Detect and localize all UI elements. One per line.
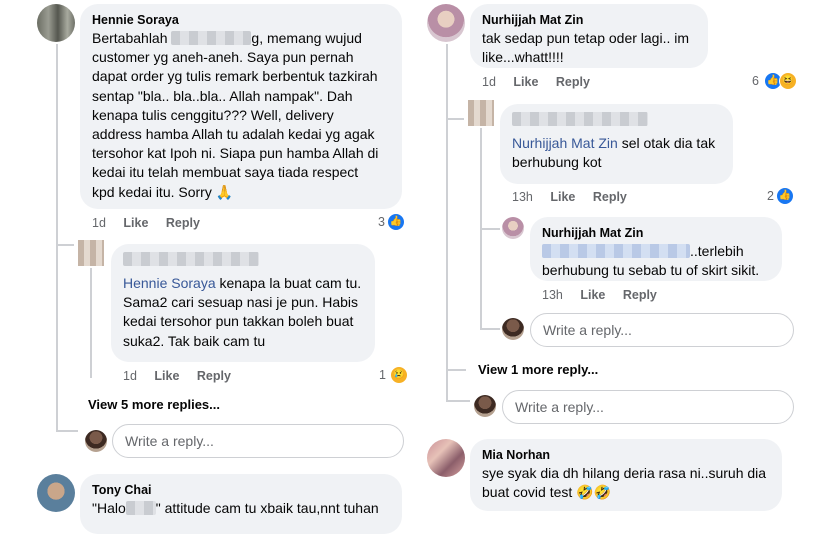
view-more-replies[interactable]: View 5 more replies... <box>88 397 220 412</box>
thread-branch <box>56 244 74 246</box>
reply-input[interactable]: Write a reply... <box>530 313 794 347</box>
like-reaction-icon: 👍 <box>386 213 405 231</box>
avatar-nurhijjah-small[interactable] <box>502 217 524 239</box>
redacted-author <box>512 112 648 126</box>
like-link[interactable]: Like <box>123 216 148 230</box>
mention-link[interactable]: Hennie Soraya <box>123 275 216 291</box>
reaction-count[interactable]: 3 👍 <box>378 213 405 231</box>
thread-line <box>90 268 92 378</box>
reaction-count[interactable]: 2 👍 <box>767 187 794 205</box>
reply-link[interactable]: Reply <box>166 216 200 230</box>
like-link[interactable]: Like <box>513 75 538 89</box>
avatar-mia-norhan[interactable] <box>427 439 465 477</box>
reply-bubble: Hennie Soraya kenapa la buat cam tu. Sam… <box>111 244 375 362</box>
reply-bubble: Nurhijjah Mat Zin sel otak dia tak berhub… <box>500 104 733 184</box>
comment-bubble-mia: Mia Norhan sye syak dia dh hilang deria … <box>470 439 782 511</box>
comment-bubble-tony: Tony Chai "Halo " attitude cam tu xbaik t… <box>80 474 402 534</box>
redacted-name <box>171 31 252 45</box>
comment-text: Bertabahlah g, memang wujud customer yg … <box>92 30 379 200</box>
reply-bubble-nurhijjah: Nurhijjah Mat Zin ..terlebih berhubung tu… <box>530 217 782 281</box>
thread-branch <box>446 369 466 371</box>
comment-text: "Halo " attitude cam tu xbaik tau,nnt tuh… <box>92 500 379 516</box>
reply-time[interactable]: 13h <box>542 288 563 302</box>
view-more-replies[interactable]: View 1 more reply... <box>478 362 598 377</box>
like-link[interactable]: Like <box>154 369 179 383</box>
comment-actions: 1d Like Reply <box>92 215 214 231</box>
like-link[interactable]: Like <box>550 190 575 204</box>
haha-reaction-icon: 😆 <box>778 72 797 90</box>
reaction-count[interactable]: 1 😢 <box>379 366 408 384</box>
avatar-current-user[interactable] <box>474 395 496 417</box>
avatar-nurhijjah[interactable] <box>427 4 465 42</box>
like-link[interactable]: Like <box>580 288 605 302</box>
reply-author[interactable]: Nurhijjah Mat Zin <box>542 225 770 242</box>
thread-branch <box>56 430 78 432</box>
avatar-current-user[interactable] <box>502 318 524 340</box>
redacted-author <box>123 252 259 266</box>
comment-time[interactable]: 1d <box>482 75 496 89</box>
comment-author[interactable]: Tony Chai <box>92 482 390 499</box>
reply-actions: 13h Like Reply <box>512 189 641 205</box>
comment-bubble-hennie: Hennie Soraya Bertabahlah g, memang wuju… <box>80 4 402 209</box>
reply-actions: 13h Like Reply <box>542 287 671 303</box>
thread-branch <box>480 328 500 330</box>
avatar-redacted[interactable] <box>78 240 104 266</box>
reply-input[interactable]: Write a reply... <box>502 390 794 424</box>
comment-actions: 1d Like Reply <box>482 74 604 90</box>
reply-text: ..terlebih berhubung tu sebab tu of skirt… <box>542 243 760 279</box>
thread-branch <box>480 228 500 230</box>
comment-time[interactable]: 1d <box>92 216 106 230</box>
thread-line <box>56 44 58 432</box>
reply-link[interactable]: Reply <box>593 190 627 204</box>
reply-text: Hennie Soraya kenapa la buat cam tu. Sam… <box>123 275 362 349</box>
redacted-name <box>125 501 156 515</box>
reply-actions: 1d Like Reply <box>123 368 245 384</box>
thread-line <box>446 44 448 400</box>
reply-text: Nurhijjah Mat Zin sel otak dia tak berhub… <box>512 135 716 171</box>
mention-link[interactable]: Nurhijjah Mat Zin <box>512 135 618 151</box>
comment-author[interactable]: Hennie Soraya <box>92 12 390 29</box>
reply-time[interactable]: 13h <box>512 190 533 204</box>
thread-branch <box>446 400 470 402</box>
redacted-mention <box>542 244 690 258</box>
reaction-count[interactable]: 6 👍 😆 <box>752 72 797 90</box>
avatar-redacted[interactable] <box>468 100 494 126</box>
avatar-tony-chai[interactable] <box>37 474 75 512</box>
comment-author[interactable]: Nurhijjah Mat Zin <box>482 12 696 29</box>
reply-link[interactable]: Reply <box>623 288 657 302</box>
reply-time[interactable]: 1d <box>123 369 137 383</box>
thread-branch <box>446 118 464 120</box>
comment-text: sye syak dia dh hilang deria rasa ni..su… <box>482 465 767 501</box>
reply-link[interactable]: Reply <box>556 75 590 89</box>
comment-author[interactable]: Mia Norhan <box>482 447 770 464</box>
comment-text: tak sedap pun tetap oder lagi.. im like.… <box>482 30 690 66</box>
avatar-current-user[interactable] <box>85 430 107 452</box>
sad-reaction-icon: 😢 <box>389 366 408 384</box>
comment-bubble-nurhijjah: Nurhijjah Mat Zin tak sedap pun tetap od… <box>470 4 708 68</box>
like-reaction-icon: 👍 <box>775 187 794 205</box>
reply-link[interactable]: Reply <box>197 369 231 383</box>
avatar-hennie-soraya[interactable] <box>37 4 75 42</box>
reply-input[interactable]: Write a reply... <box>112 424 404 458</box>
